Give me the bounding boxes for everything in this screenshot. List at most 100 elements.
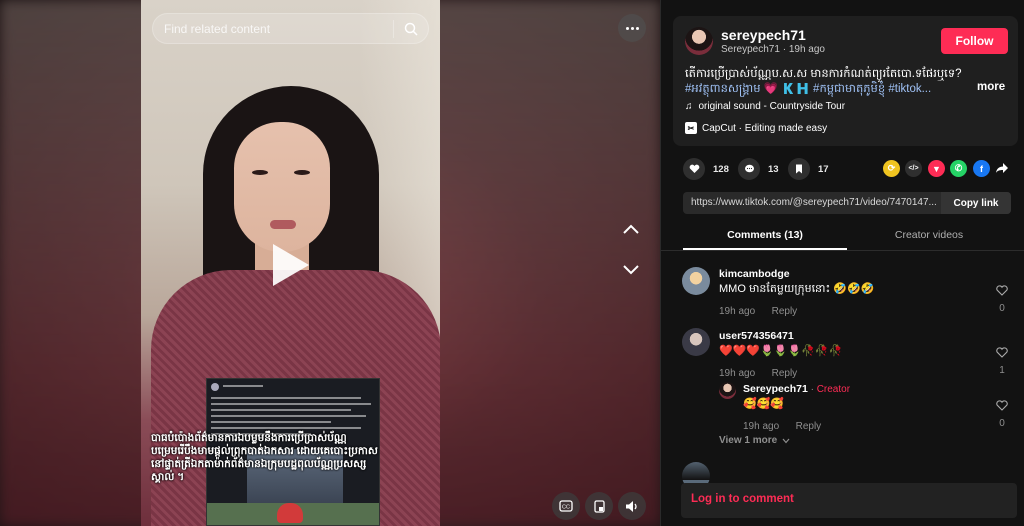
- whatsapp-icon[interactable]: ✆: [950, 160, 967, 177]
- capcut-icon: ✂: [685, 122, 697, 134]
- reply-text: 🥰🥰🥰: [743, 398, 785, 410]
- capcut-label: CapCut · Editing made easy: [702, 122, 828, 134]
- send-icon[interactable]: ▼: [928, 160, 945, 177]
- view-more-label: View 1 more: [719, 435, 778, 446]
- comments-fade: [661, 460, 1024, 480]
- reply-like-button[interactable]: 0: [992, 398, 1012, 429]
- video-player[interactable]: បាធបំប៉ោងព័ត៌មានការឯបម្លមនឹងការប្រើប្រាស…: [141, 0, 440, 526]
- search-bar: [152, 13, 429, 44]
- sc-line: [223, 385, 263, 387]
- comment-meta: 19h ago Reply: [719, 363, 797, 381]
- post-time: 19h ago: [788, 44, 825, 55]
- comments-button[interactable]: 13: [738, 158, 779, 180]
- volume-button[interactable]: [618, 492, 646, 520]
- view-more-replies[interactable]: View 1 more: [719, 435, 790, 446]
- search-input[interactable]: [153, 21, 393, 36]
- captions-button[interactable]: CC: [552, 492, 580, 520]
- author-submeta: Sereypech71 · 19h ago: [721, 44, 825, 55]
- comment-time: 19h ago: [719, 368, 756, 379]
- sc-line: [211, 397, 361, 399]
- sound-link[interactable]: ♫ original sound - Countryside Tour: [685, 101, 845, 112]
- search-icon: [404, 22, 418, 36]
- comment-icon: [738, 158, 760, 180]
- chevron-down-icon: [782, 438, 790, 443]
- repost-icon[interactable]: ⟳: [883, 160, 900, 177]
- reply-separator: ·: [807, 384, 817, 395]
- search-button[interactable]: [394, 13, 428, 44]
- like-count: 128: [713, 163, 729, 175]
- comment-count: 13: [768, 163, 779, 175]
- embed-icon[interactable]: </>: [905, 160, 922, 177]
- comment-username[interactable]: user574356471: [719, 330, 794, 342]
- login-to-comment-button[interactable]: Log in to comment: [691, 493, 794, 505]
- copy-link-button[interactable]: Copy link: [941, 192, 1011, 214]
- reply-avatar[interactable]: [719, 382, 736, 399]
- comment-text: ❤️❤️❤️🌷🌷🌷🥀🥀🥀: [719, 345, 843, 357]
- capcut-link[interactable]: ✂ CapCut · Editing made easy: [685, 122, 827, 134]
- comment-text: MMO មានតែម្លយក្រុមនោះ 🤣🤣🤣: [719, 283, 875, 295]
- comment-time: 19h ago: [719, 306, 756, 317]
- lips: [270, 220, 296, 229]
- like-button[interactable]: 128: [683, 158, 729, 180]
- login-bar: Log in to comment: [681, 483, 1017, 518]
- reply-button[interactable]: Reply: [796, 421, 822, 432]
- svg-text:CC: CC: [562, 505, 570, 511]
- post-description: តើការប្រើប្រាស់ប័ណ្ណប.ស.ស មានការកំណត់ព្យ…: [685, 68, 962, 80]
- volume-icon: [626, 500, 637, 512]
- reply-time: 19h ago: [743, 421, 780, 432]
- comment-avatar[interactable]: [682, 328, 710, 356]
- heart-outline-icon: [996, 285, 1008, 296]
- more-link[interactable]: more: [977, 81, 1005, 93]
- post-hashtags[interactable]: #អវត្ថុពានសង្គ្រាម 💗 🇰🇭 #កម្ពុជាមាតុភូមិ…: [685, 81, 955, 97]
- comment-username[interactable]: kimcambodge: [719, 268, 790, 280]
- creator-badge: Creator: [816, 384, 851, 395]
- reply-button[interactable]: Reply: [772, 368, 798, 379]
- tab-comments[interactable]: Comments (13): [683, 229, 847, 241]
- previous-video-icon[interactable]: [620, 219, 642, 241]
- right-eye: [294, 170, 310, 175]
- tab-active-indicator: [683, 248, 847, 250]
- video-stage: បាធបំប៉ោងព័ត៌មានការឯបម្លមនឹងការប្រើប្រាស…: [0, 0, 660, 526]
- heart-outline-icon: [996, 400, 1008, 411]
- facebook-icon[interactable]: f: [973, 160, 990, 177]
- comment-like-count: 1: [999, 365, 1005, 376]
- heart-icon: [683, 158, 705, 180]
- video-link-box: https://www.tiktok.com/@sereypech71/vide…: [683, 192, 1011, 214]
- more-options-button[interactable]: [618, 14, 646, 42]
- author-username[interactable]: sereypech71: [721, 27, 806, 43]
- sc-line: [211, 421, 331, 423]
- sc-line: [211, 415, 366, 417]
- sc-line: [211, 409, 351, 411]
- comment-like-count: 0: [999, 303, 1005, 314]
- follow-button[interactable]: Follow: [941, 28, 1008, 54]
- play-icon[interactable]: [273, 244, 309, 286]
- reply-username[interactable]: Sereypech71: [743, 383, 808, 395]
- comment-like-button[interactable]: 0: [992, 283, 1012, 314]
- music-note-icon: ♫: [685, 101, 693, 112]
- reply-button[interactable]: Reply: [772, 306, 798, 317]
- video-link-text[interactable]: https://www.tiktok.com/@sereypech71/vide…: [683, 192, 941, 214]
- bookmark-icon: [788, 158, 810, 180]
- save-button[interactable]: 17: [788, 158, 829, 180]
- sc-line: [211, 403, 371, 405]
- video-person-face: [234, 122, 330, 252]
- tab-divider: [661, 250, 1024, 251]
- reply-like-count: 0: [999, 418, 1005, 429]
- comment-avatar[interactable]: [682, 267, 710, 295]
- author-avatar[interactable]: [685, 27, 713, 55]
- captions-icon: CC: [559, 500, 573, 512]
- floating-player-button[interactable]: [585, 492, 613, 520]
- reply-meta: 19h ago Reply: [743, 416, 821, 434]
- heart-outline-icon: [996, 347, 1008, 358]
- sound-name: original sound - Countryside Tour: [698, 101, 846, 112]
- share-arrow-icon[interactable]: [995, 161, 1009, 175]
- comment-like-button[interactable]: 1: [992, 345, 1012, 376]
- video-caption-text: បាធបំប៉ោងព័ត៌មានការឯបម្លមនឹងការប្រើប្រាស…: [151, 432, 378, 483]
- floating-player-icon: [593, 499, 605, 513]
- author-handle[interactable]: Sereypech71: [721, 44, 780, 55]
- sc-line: [211, 427, 361, 429]
- left-eye: [252, 170, 268, 175]
- tab-creator-videos[interactable]: Creator videos: [847, 229, 1011, 241]
- reply-header: Sereypech71 · Creator: [743, 383, 850, 395]
- next-video-icon[interactable]: [620, 258, 642, 280]
